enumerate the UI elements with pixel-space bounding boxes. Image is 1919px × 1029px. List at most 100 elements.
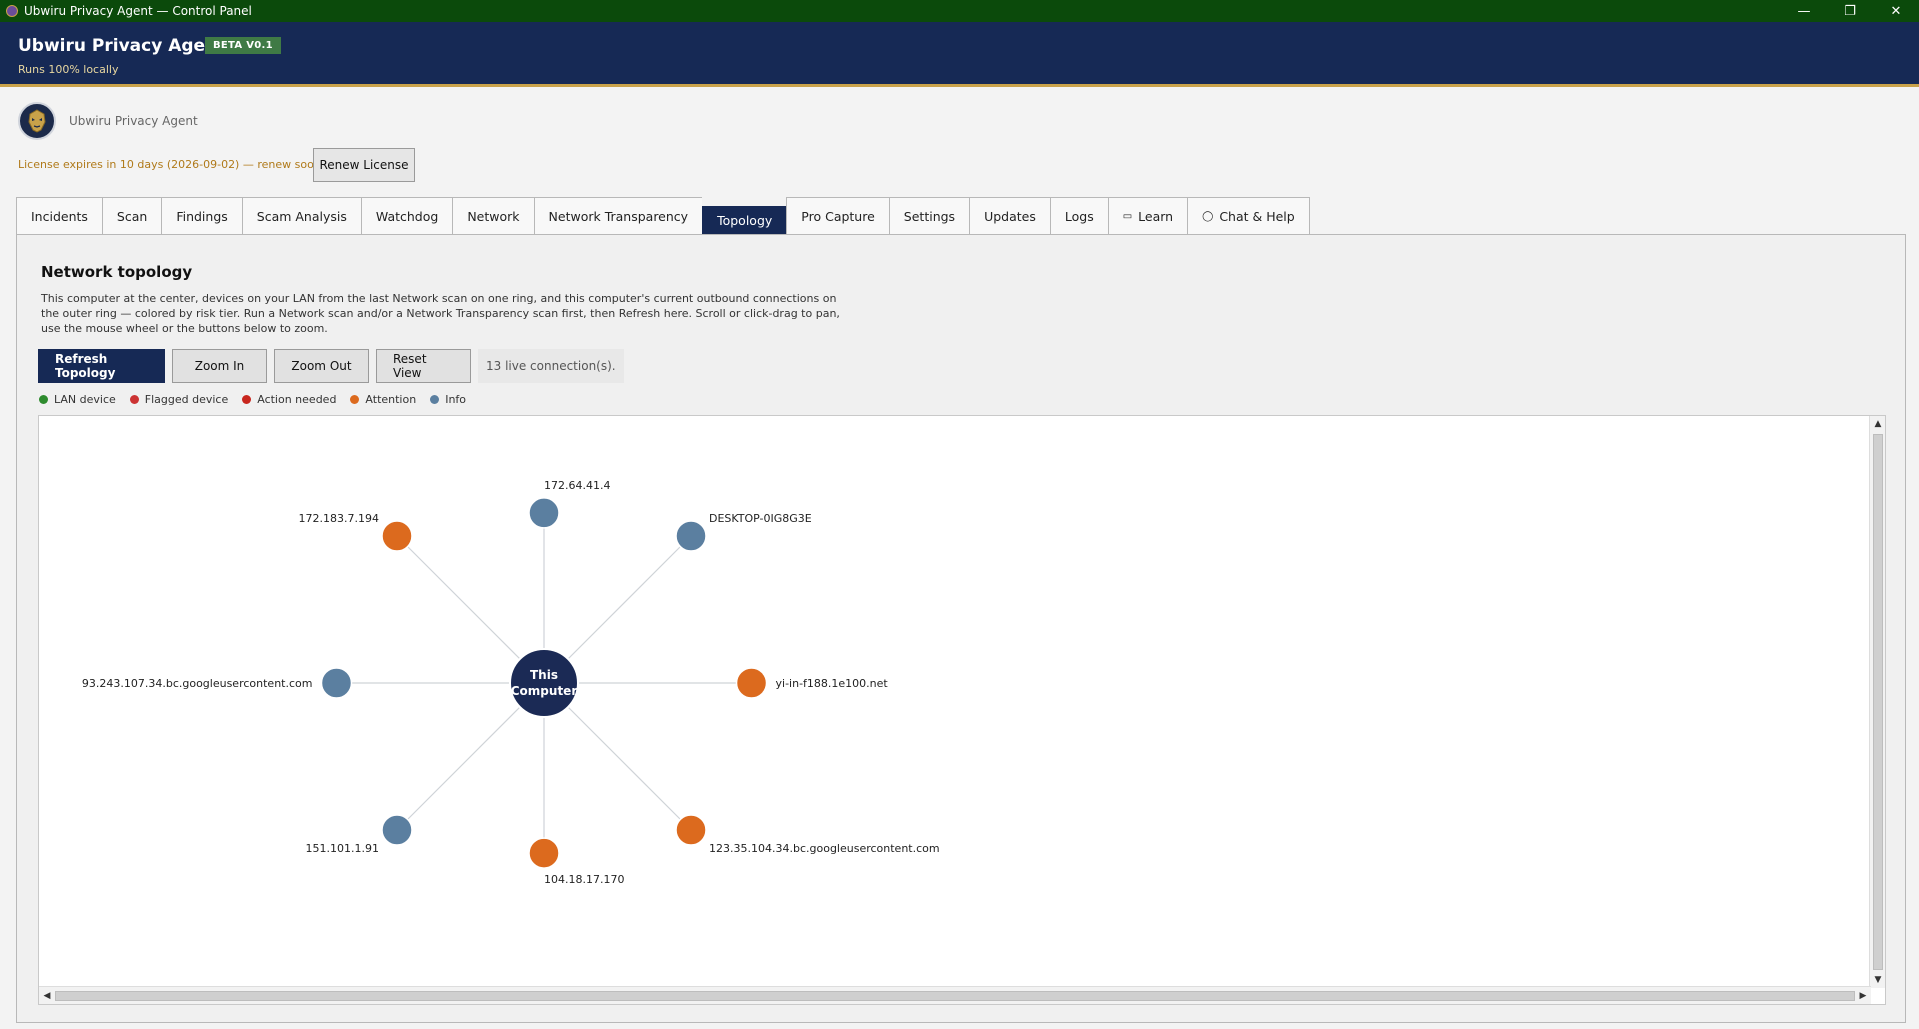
app-header: Ubwiru Privacy Agent BETA V0.1 Runs 100%… xyxy=(0,22,1919,87)
app-title: Ubwiru Privacy Agent xyxy=(18,36,226,56)
legend-dot-icon xyxy=(39,395,48,404)
legend-item: Attention xyxy=(350,393,416,406)
tab-findings[interactable]: Findings xyxy=(161,197,242,235)
tab-scan[interactable]: Scan xyxy=(101,197,162,235)
scroll-right-icon[interactable]: ▶ xyxy=(1855,987,1871,1004)
app-icon xyxy=(6,5,18,17)
tab-pro-capture[interactable]: Pro Capture xyxy=(786,197,889,235)
scroll-left-icon[interactable]: ◀ xyxy=(39,987,55,1004)
legend-label: Attention xyxy=(365,393,417,406)
tab-label: Updates xyxy=(984,208,1036,224)
topology-graph[interactable]: 172.64.41.4 DESKTOP-0IG8G3E yi-in-f188.1e1… xyxy=(39,416,1869,986)
legend-label: Flagged device xyxy=(144,393,229,406)
close-icon[interactable]: ✕ xyxy=(1873,0,1919,22)
topology-node-label: 123.35.104.34.bc.googleusercontent.com xyxy=(709,842,940,855)
tab-chat-help[interactable]: ◯ Chat & Help xyxy=(1187,197,1310,235)
tab-topology[interactable]: Topology xyxy=(702,206,787,235)
this-computer-node[interactable] xyxy=(509,648,579,718)
section-title: Network topology xyxy=(41,263,193,281)
legend-item: Flagged device xyxy=(129,393,229,406)
tab-settings[interactable]: Settings xyxy=(888,197,970,235)
legend-item: LAN device xyxy=(39,393,116,406)
topology-node[interactable] xyxy=(381,520,413,552)
zoom-out-button[interactable]: Zoom Out xyxy=(274,349,369,383)
refresh-topology-button[interactable]: Refresh Topology xyxy=(38,349,165,383)
legend-dot-icon xyxy=(430,395,440,404)
live-connection-count: 13 live connection(s). xyxy=(478,349,624,383)
topology-node-label: 172.183.7.194 xyxy=(299,512,379,525)
legend-label: LAN device xyxy=(54,393,116,406)
tab-scam-analysis[interactable]: Scam Analysis xyxy=(241,197,361,235)
tab-label: Topology xyxy=(717,213,773,228)
book-icon: ▭ xyxy=(1122,210,1133,222)
tab-learn[interactable]: ▭ Learn xyxy=(1107,197,1188,235)
tab-label: Learn xyxy=(1138,208,1174,224)
main-tabs: Incidents Scan Findings Scam Analysis Watchd… xyxy=(16,197,1310,235)
topology-node[interactable] xyxy=(675,520,707,552)
tab-label: Watchdog xyxy=(375,208,439,224)
topology-node-label: 93.243.107.34.bc.googleusercontent.com xyxy=(82,677,313,690)
legend-dot-icon xyxy=(242,395,252,404)
tab-label: Pro Capture xyxy=(801,208,875,224)
tab-watchdog[interactable]: Watchdog xyxy=(360,197,453,235)
risk-legend: LAN device Flagged device Action needed Att… xyxy=(39,393,480,406)
reset-view-button[interactable]: Reset View xyxy=(376,349,471,383)
minimize-icon[interactable]: — xyxy=(1781,0,1827,22)
scroll-up-icon[interactable]: ▲ xyxy=(1870,416,1885,432)
tab-label: Findings xyxy=(176,208,228,224)
license-status: License expires in 10 days (2026-09-02) … xyxy=(18,158,321,171)
topology-panel: Network topology This computer at the ce… xyxy=(16,234,1906,1023)
tab-network[interactable]: Network xyxy=(452,197,534,235)
topology-node[interactable] xyxy=(381,814,413,846)
topology-node[interactable] xyxy=(675,814,707,846)
app-subtitle: Runs 100% locally xyxy=(18,63,119,76)
topology-node[interactable] xyxy=(320,667,353,699)
window-title: Ubwiru Privacy Agent — Control Panel xyxy=(24,4,252,18)
tab-label: Chat & Help xyxy=(1219,208,1295,224)
topology-node-label: yi-in-f188.1e100.net xyxy=(776,677,889,690)
tab-label: Network Transparency xyxy=(548,208,689,224)
legend-dot-icon xyxy=(350,395,360,404)
scroll-down-icon[interactable]: ▼ xyxy=(1870,972,1885,988)
mask-logo-icon xyxy=(18,102,56,140)
tab-label: Logs xyxy=(1064,208,1094,224)
window-titlebar: Ubwiru Privacy Agent — Control Panel — ❐… xyxy=(0,0,1919,22)
vertical-scrollbar[interactable]: ▲ ▼ xyxy=(1869,416,1885,988)
topology-node-label: DESKTOP-0IG8G3E xyxy=(709,512,812,525)
section-description: This computer at the center, devices on … xyxy=(41,292,840,335)
tab-label: Scan xyxy=(116,208,148,224)
brand-name: Ubwiru Privacy Agent xyxy=(69,114,198,128)
zoom-in-button[interactable]: Zoom In xyxy=(172,349,267,383)
version-badge: BETA V0.1 xyxy=(205,37,281,54)
legend-label: Info xyxy=(445,393,467,406)
renew-license-button[interactable]: Renew License xyxy=(313,148,415,182)
maximize-icon[interactable]: ❐ xyxy=(1827,0,1873,22)
window-controls: — ❐ ✕ xyxy=(1781,0,1919,22)
tab-logs[interactable]: Logs xyxy=(1049,197,1108,235)
topology-node[interactable] xyxy=(528,837,560,869)
horizontal-scroll-thumb[interactable] xyxy=(55,991,1855,1001)
tab-incidents[interactable]: Incidents xyxy=(16,197,102,235)
legend-item: Info xyxy=(430,393,466,406)
topology-toolbar: Refresh Topology Zoom In Zoom Out Reset … xyxy=(38,349,624,383)
vertical-scroll-thumb[interactable] xyxy=(1873,434,1883,970)
topology-node-label: 172.64.41.4 xyxy=(544,479,610,492)
topology-node[interactable] xyxy=(528,497,560,529)
brand-row: Ubwiru Privacy Agent xyxy=(18,102,198,140)
tab-label: Network xyxy=(467,208,520,224)
tab-label: Settings xyxy=(903,208,956,224)
topology-canvas[interactable]: 172.64.41.4 DESKTOP-0IG8G3E yi-in-f188.1e1… xyxy=(38,415,1886,1005)
legend-item: Action needed xyxy=(242,393,336,406)
center-label-line2: Computer xyxy=(511,684,578,698)
chat-bubble-icon: ◯ xyxy=(1202,210,1214,222)
topology-node[interactable] xyxy=(735,667,768,699)
topology-node-label: 104.18.17.170 xyxy=(544,873,624,886)
tab-network-transparency[interactable]: Network Transparency xyxy=(533,197,703,235)
tab-updates[interactable]: Updates xyxy=(969,197,1050,235)
tab-label: Scam Analysis xyxy=(256,208,347,224)
topology-node-label: 151.101.1.91 xyxy=(306,842,379,855)
legend-label: Action needed xyxy=(257,393,337,406)
tab-label: Incidents xyxy=(31,208,88,224)
horizontal-scrollbar[interactable]: ◀ ▶ xyxy=(39,986,1871,1004)
legend-dot-icon xyxy=(129,395,139,404)
